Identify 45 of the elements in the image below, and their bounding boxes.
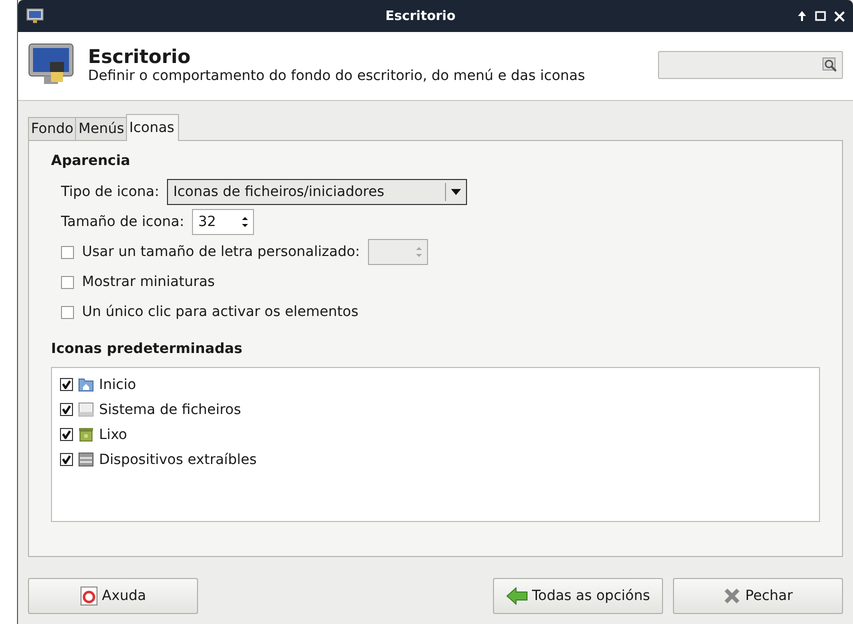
checkbox-label: Usar un tamaño de letra personalizado:: [82, 244, 360, 260]
arrow-left-icon: [506, 587, 528, 605]
checkbox[interactable]: [60, 428, 73, 441]
dialog-button[interactable]: Axuda: [28, 578, 198, 614]
tab[interactable]: Menús: [75, 117, 128, 140]
spinner-arrows-icon: [242, 216, 248, 228]
field-label: Tamaño de icona:: [61, 214, 184, 230]
header-description: Definir o comportamento do fondo do escritorio, do menú e das iconas: [88, 68, 586, 84]
arrow-up-icon[interactable]: [797, 10, 807, 22]
dialog-button[interactable]: Pechar: [673, 578, 843, 614]
checkbox[interactable]: [61, 246, 74, 258]
maximize-icon[interactable]: [815, 10, 826, 22]
close-icon[interactable]: [834, 10, 845, 22]
checkbox[interactable]: [60, 453, 73, 466]
checkbox[interactable]: [61, 276, 74, 288]
list-item[interactable]: Lixo: [99, 426, 128, 442]
removable-drive-icon: [78, 452, 94, 467]
dialog-button[interactable]: Todas as opcións: [493, 578, 663, 614]
checkbox[interactable]: [60, 403, 73, 416]
checkbox-label: Un único clic para activar os elementos: [82, 304, 358, 320]
icon-type-dropdown[interactable]: Iconas de ficheiros/iniciadores: [167, 179, 468, 205]
list-item[interactable]: Inicio: [99, 376, 136, 392]
monitor-icon: [26, 8, 44, 24]
dropdown-arrow-icon: [451, 189, 462, 195]
close-icon: [723, 587, 742, 605]
section-heading: Aparencia: [51, 153, 132, 169]
search-icon: [822, 57, 838, 73]
tab[interactable]: Fondo: [28, 117, 76, 140]
checkbox[interactable]: [60, 378, 73, 391]
header-title: Escritorio: [88, 46, 192, 68]
field-label: Tipo de icona:: [61, 184, 160, 200]
spinner-arrows-icon: [416, 246, 422, 258]
checkbox[interactable]: [61, 306, 74, 318]
icon-size-spinner[interactable]: 32: [192, 209, 254, 235]
window-title: Escritorio: [384, 8, 457, 24]
search-field[interactable]: [658, 51, 843, 79]
folder-icon: [78, 377, 94, 392]
list-item[interactable]: Sistema de ficheiros: [99, 402, 241, 418]
lifebuoy-icon: [80, 586, 98, 606]
section-heading: Iconas predeterminadas: [51, 341, 244, 357]
drive-icon: [78, 402, 94, 417]
tab[interactable]: Iconas: [126, 114, 180, 141]
trash-icon: [78, 427, 94, 442]
checkbox-label: Mostrar miniaturas: [82, 274, 215, 290]
list-item[interactable]: Dispositivos extraíbles: [99, 452, 257, 468]
